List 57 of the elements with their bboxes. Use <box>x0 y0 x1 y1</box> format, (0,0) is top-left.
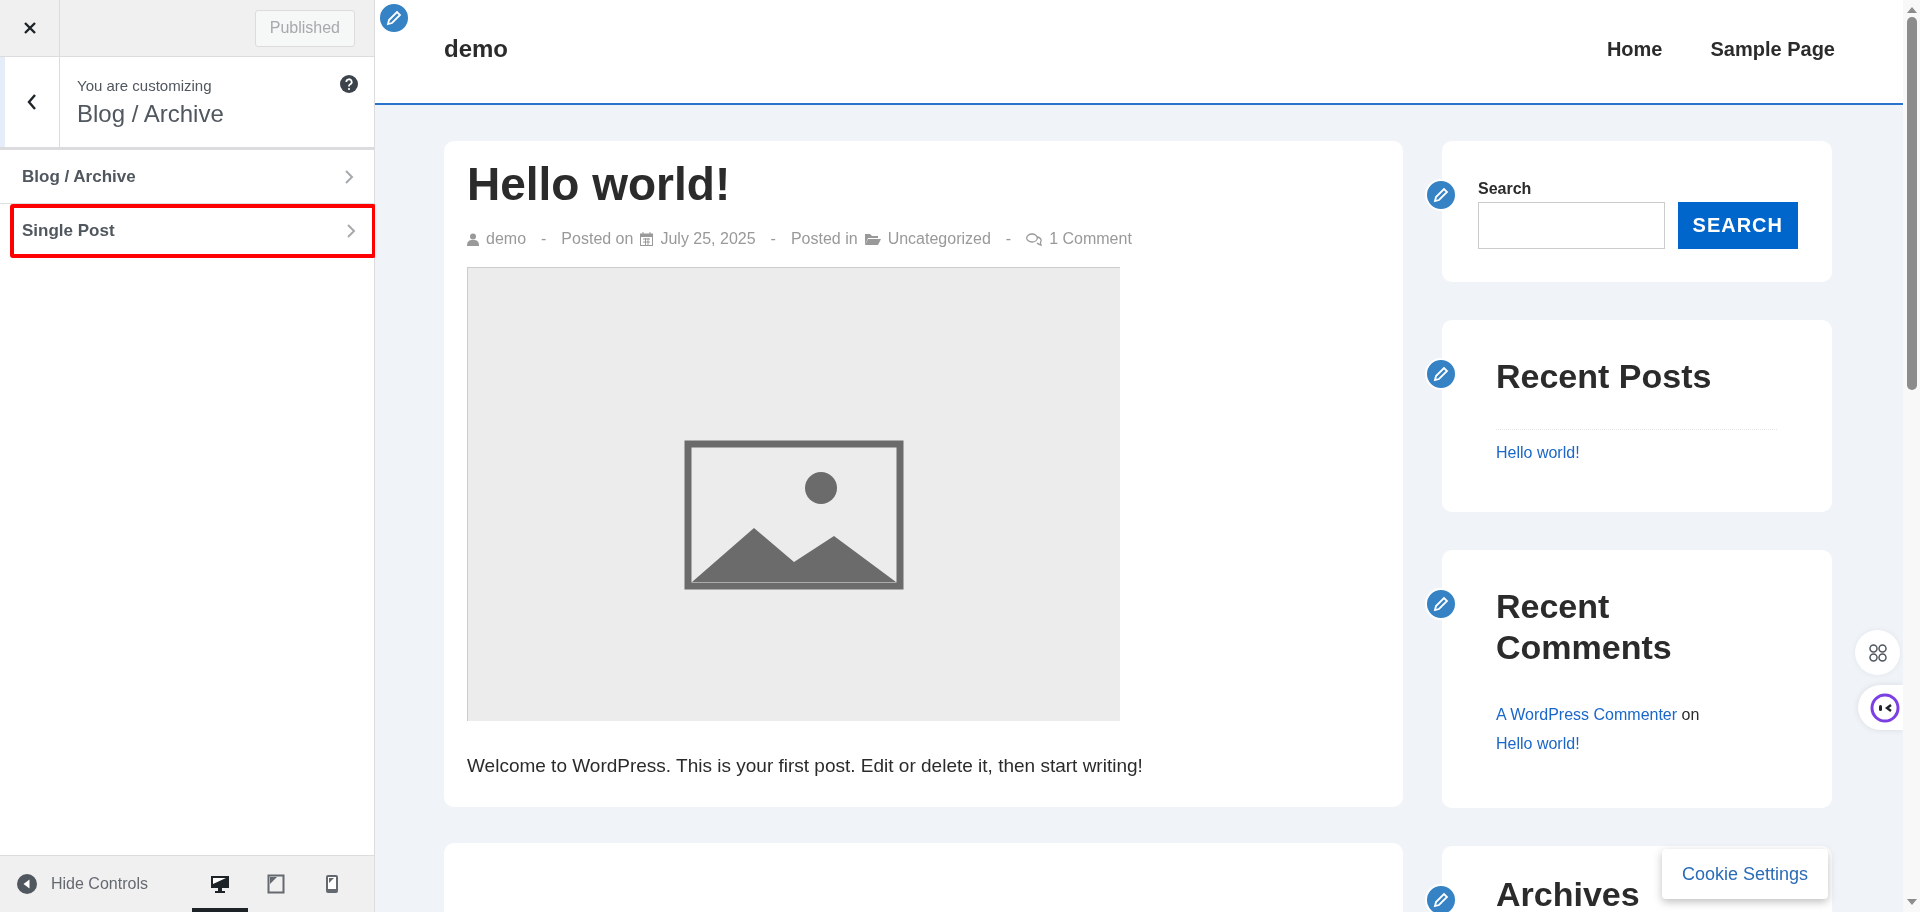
phone-icon <box>325 874 339 894</box>
edit-icon[interactable] <box>1425 884 1457 912</box>
meta-link[interactable]: 1 Comment <box>1049 230 1132 249</box>
nav-link[interactable]: Home <box>1606 37 1663 61</box>
grid-icon <box>1867 642 1888 663</box>
panel-title: Blog / Archive <box>77 99 224 128</box>
hide-controls-button[interactable]: Hide Controls <box>17 874 148 894</box>
help-icon[interactable] <box>340 75 358 93</box>
chevron-icon <box>344 168 354 185</box>
meta-separator: - <box>541 230 547 249</box>
widget-title: Recent Comments <box>1496 586 1673 668</box>
calendar-icon <box>640 232 654 247</box>
post-link[interactable]: Hello world! <box>1496 443 1580 461</box>
edit-icon[interactable] <box>1425 358 1457 390</box>
back-icon <box>26 93 38 111</box>
commenter-link[interactable]: A WordPress Commenter <box>1496 705 1678 723</box>
post-link[interactable]: Hello world! <box>1496 734 1580 752</box>
search-field[interactable] <box>1478 202 1665 249</box>
scrollbar-thumb[interactable] <box>1906 17 1917 390</box>
scrollbar[interactable] <box>1903 0 1920 912</box>
image-icon <box>684 439 904 590</box>
tablet-icon <box>267 874 285 894</box>
post-title[interactable]: Hello world! <box>467 157 1380 213</box>
site-title[interactable]: demo <box>444 35 508 63</box>
edit-icon[interactable] <box>378 2 410 34</box>
section-item[interactable]: Single Post <box>10 204 376 258</box>
desktop-icon <box>210 874 230 894</box>
edit-icon[interactable] <box>1425 588 1457 620</box>
face-icon <box>1870 692 1900 723</box>
scroll-up-icon[interactable] <box>1906 6 1917 14</box>
apps-button[interactable] <box>1855 630 1900 675</box>
meta-label: Posted on <box>561 230 634 249</box>
customizing-caption: You are customizing <box>77 76 213 94</box>
collapse-icon <box>17 874 37 894</box>
edit-icon[interactable] <box>1425 179 1457 211</box>
meta-separator: - <box>770 230 776 249</box>
nav-link[interactable]: Sample Page <box>1710 37 1835 61</box>
chevron-icon <box>346 222 356 239</box>
close-icon <box>22 21 37 35</box>
folder-icon <box>864 232 881 246</box>
post-excerpt: Welcome to WordPress. This is your first post. Edit or delete it, then start writing! <box>467 755 1144 778</box>
cookie-settings-button[interactable]: Cookie Settings <box>1662 849 1829 899</box>
meta-link[interactable]: demo <box>486 230 527 249</box>
section-item[interactable]: Blog / Archive <box>0 150 374 204</box>
meta-link[interactable]: Uncategorized <box>887 230 991 249</box>
widget-title: Archives <box>1496 874 1640 912</box>
widget-title: Recent Posts <box>1496 356 1712 397</box>
search-button[interactable]: SEARCH <box>1677 202 1798 249</box>
search-label: Search <box>1478 180 1533 198</box>
meta-separator: - <box>1005 230 1012 249</box>
comment-entry: A WordPress Commenter on Hello world! <box>1496 704 1701 754</box>
assistant-button[interactable] <box>1858 685 1903 730</box>
comments-icon <box>1026 232 1043 246</box>
meta-link[interactable]: July 25, 2025 <box>660 230 756 249</box>
user-icon <box>467 232 479 246</box>
scroll-down-icon[interactable] <box>1906 898 1917 906</box>
meta-label: Posted in <box>790 230 858 249</box>
